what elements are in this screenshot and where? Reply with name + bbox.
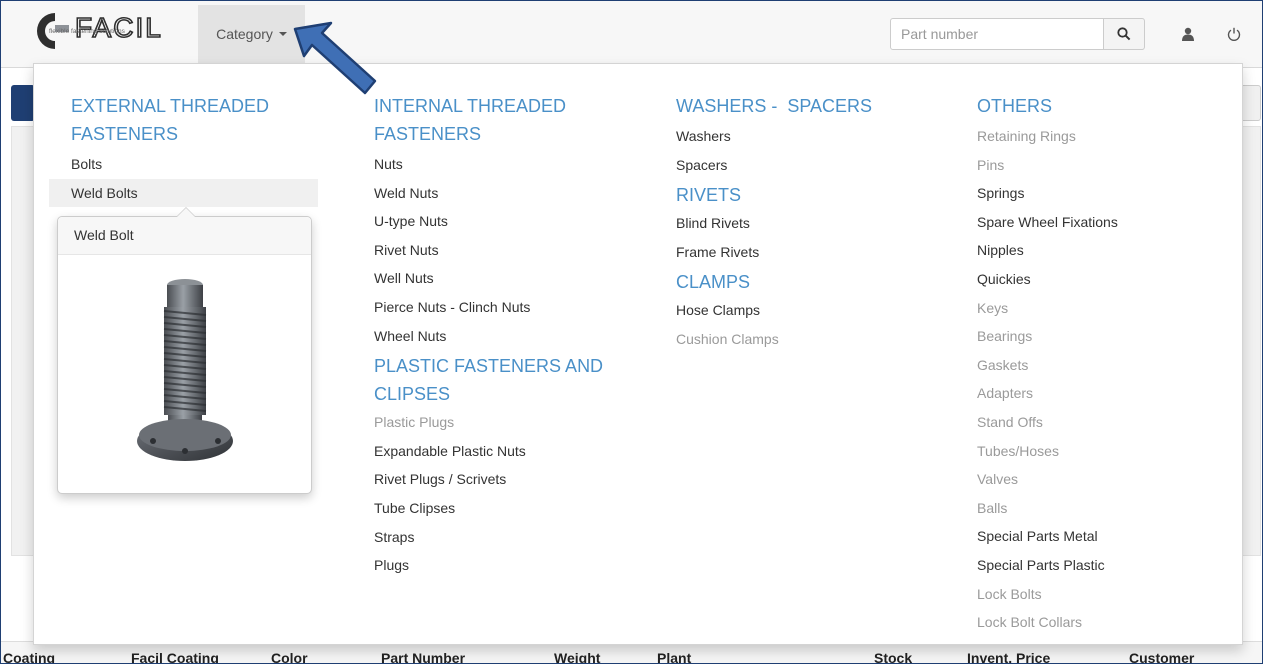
table-header-weight[interactable]: Weight bbox=[554, 650, 600, 663]
table-header-color[interactable]: Color bbox=[271, 650, 308, 663]
menu-item-plugs[interactable]: Plugs bbox=[374, 551, 644, 580]
menu-item-hose-clamps[interactable]: Hose Clamps bbox=[676, 296, 946, 325]
search-button[interactable] bbox=[1103, 18, 1145, 50]
logout-button[interactable] bbox=[1223, 21, 1245, 47]
menu-item-valves[interactable]: Valves bbox=[977, 465, 1247, 494]
menu-item-balls[interactable]: Balls bbox=[977, 494, 1247, 523]
menu-heading-internal-threaded[interactable]: INTERNAL THREADED FASTENERS bbox=[374, 92, 614, 148]
menu-heading-external-threaded[interactable]: EXTERNAL THREADED FASTENERS bbox=[71, 92, 311, 148]
menu-item-bearings[interactable]: Bearings bbox=[977, 322, 1247, 351]
power-icon bbox=[1227, 27, 1241, 41]
menu-item-lock-bolt-collars[interactable]: Lock Bolt Collars bbox=[977, 608, 1247, 637]
popover-body bbox=[58, 255, 311, 493]
menu-item-pierce-nuts[interactable]: Pierce Nuts - Clinch Nuts bbox=[374, 293, 644, 322]
menu-item-retaining-rings[interactable]: Retaining Rings bbox=[977, 122, 1247, 151]
table-header-facil-coating[interactable]: Facil Coating bbox=[131, 650, 219, 663]
menu-item-tubes-hoses[interactable]: Tubes/Hoses bbox=[977, 437, 1247, 466]
user-button[interactable] bbox=[1177, 21, 1199, 47]
table-header-part-number[interactable]: Part Number bbox=[381, 650, 465, 663]
menu-item-adapters[interactable]: Adapters bbox=[977, 379, 1247, 408]
menu-item-straps[interactable]: Straps bbox=[374, 523, 644, 552]
menu-heading-plastic-fasteners[interactable]: PLASTIC FASTENERS AND CLIPSES bbox=[374, 352, 614, 408]
menu-item-rivet-plugs[interactable]: Rivet Plugs / Scrivets bbox=[374, 465, 644, 494]
menu-item-well-nuts[interactable]: Well Nuts bbox=[374, 264, 644, 293]
app-frame: Coating Facil Coating Color Part Number … bbox=[0, 0, 1263, 664]
table-header-coating[interactable]: Coating bbox=[3, 650, 55, 663]
menu-item-spacers[interactable]: Spacers bbox=[676, 151, 946, 180]
menu-heading-clamps[interactable]: CLAMPS bbox=[676, 268, 946, 296]
caret-down-icon bbox=[278, 32, 287, 36]
menu-item-plastic-plugs[interactable]: Plastic Plugs bbox=[374, 408, 644, 437]
background-button[interactable] bbox=[11, 85, 35, 121]
menu-item-stand-offs[interactable]: Stand Offs bbox=[977, 408, 1247, 437]
table-header-stock[interactable]: Stock bbox=[874, 650, 912, 663]
menu-column-internal: INTERNAL THREADED FASTENERS Nuts Weld Nu… bbox=[374, 92, 644, 580]
category-label: Category bbox=[216, 26, 273, 42]
menu-item-springs[interactable]: Springs bbox=[977, 179, 1247, 208]
menu-item-pins[interactable]: Pins bbox=[977, 151, 1247, 180]
menu-item-wheel-nuts[interactable]: Wheel Nuts bbox=[374, 322, 644, 351]
menu-heading-washers-spacers[interactable]: WASHERS - SPACERS bbox=[676, 92, 946, 120]
menu-column-others: OTHERS Retaining Rings Pins Springs Spar… bbox=[977, 92, 1247, 637]
menu-item-weld-bolts[interactable]: Weld Bolts bbox=[49, 178, 318, 208]
popover-arrow bbox=[176, 207, 196, 217]
menu-item-nuts[interactable]: Nuts bbox=[374, 150, 644, 179]
menu-column-external: EXTERNAL THREADED FASTENERS Bolts Weld B… bbox=[49, 92, 341, 208]
weld-bolt-popover: Weld Bolt bbox=[57, 207, 312, 494]
logo-tagline: flexible fastening solutions bbox=[49, 28, 125, 35]
table-header-plant[interactable]: Plant bbox=[657, 650, 691, 663]
menu-item-gaskets[interactable]: Gaskets bbox=[977, 351, 1247, 380]
menu-item-quickies[interactable]: Quickies bbox=[977, 265, 1247, 294]
search-icon bbox=[1117, 27, 1131, 41]
menu-item-keys[interactable]: Keys bbox=[977, 294, 1247, 323]
menu-item-special-parts-metal[interactable]: Special Parts Metal bbox=[977, 522, 1247, 551]
menu-item-special-parts-plastic[interactable]: Special Parts Plastic bbox=[977, 551, 1247, 580]
menu-item-weld-nuts[interactable]: Weld Nuts bbox=[374, 179, 644, 208]
menu-item-u-type-nuts[interactable]: U-type Nuts bbox=[374, 207, 644, 236]
menu-item-nipples[interactable]: Nipples bbox=[977, 236, 1247, 265]
user-icon bbox=[1182, 27, 1194, 41]
menu-heading-others[interactable]: OTHERS bbox=[977, 92, 1247, 120]
menu-item-washers[interactable]: Washers bbox=[676, 122, 946, 151]
menu-item-rivet-nuts[interactable]: Rivet Nuts bbox=[374, 236, 644, 265]
menu-item-frame-rivets[interactable]: Frame Rivets bbox=[676, 238, 946, 267]
menu-item-blind-rivets[interactable]: Blind Rivets bbox=[676, 209, 946, 238]
menu-item-spare-wheel-fixations[interactable]: Spare Wheel Fixations bbox=[977, 208, 1247, 237]
part-number-search-input[interactable] bbox=[890, 18, 1104, 50]
menu-item-bolts[interactable]: Bolts bbox=[71, 150, 341, 179]
menu-item-lock-bolts[interactable]: Lock Bolts bbox=[977, 580, 1247, 609]
search-group bbox=[890, 18, 1145, 50]
table-header-customer[interactable]: Customer bbox=[1129, 650, 1194, 663]
table-header-invent-price[interactable]: Invent. Price bbox=[967, 650, 1050, 663]
menu-heading-rivets[interactable]: RIVETS bbox=[676, 181, 946, 209]
menu-item-cushion-clamps[interactable]: Cushion Clamps bbox=[676, 325, 946, 354]
menu-item-tube-clipses[interactable]: Tube Clipses bbox=[374, 494, 644, 523]
menu-item-expandable-plastic-nuts[interactable]: Expandable Plastic Nuts bbox=[374, 437, 644, 466]
menu-column-washers: WASHERS - SPACERS Washers Spacers RIVETS… bbox=[676, 92, 946, 354]
category-dropdown-button[interactable]: Category bbox=[198, 5, 305, 63]
weld-bolt-image bbox=[137, 279, 233, 461]
top-navbar: FACIL flexible fastening solutions Categ… bbox=[1, 1, 1262, 68]
popover-title: Weld Bolt bbox=[58, 217, 311, 255]
